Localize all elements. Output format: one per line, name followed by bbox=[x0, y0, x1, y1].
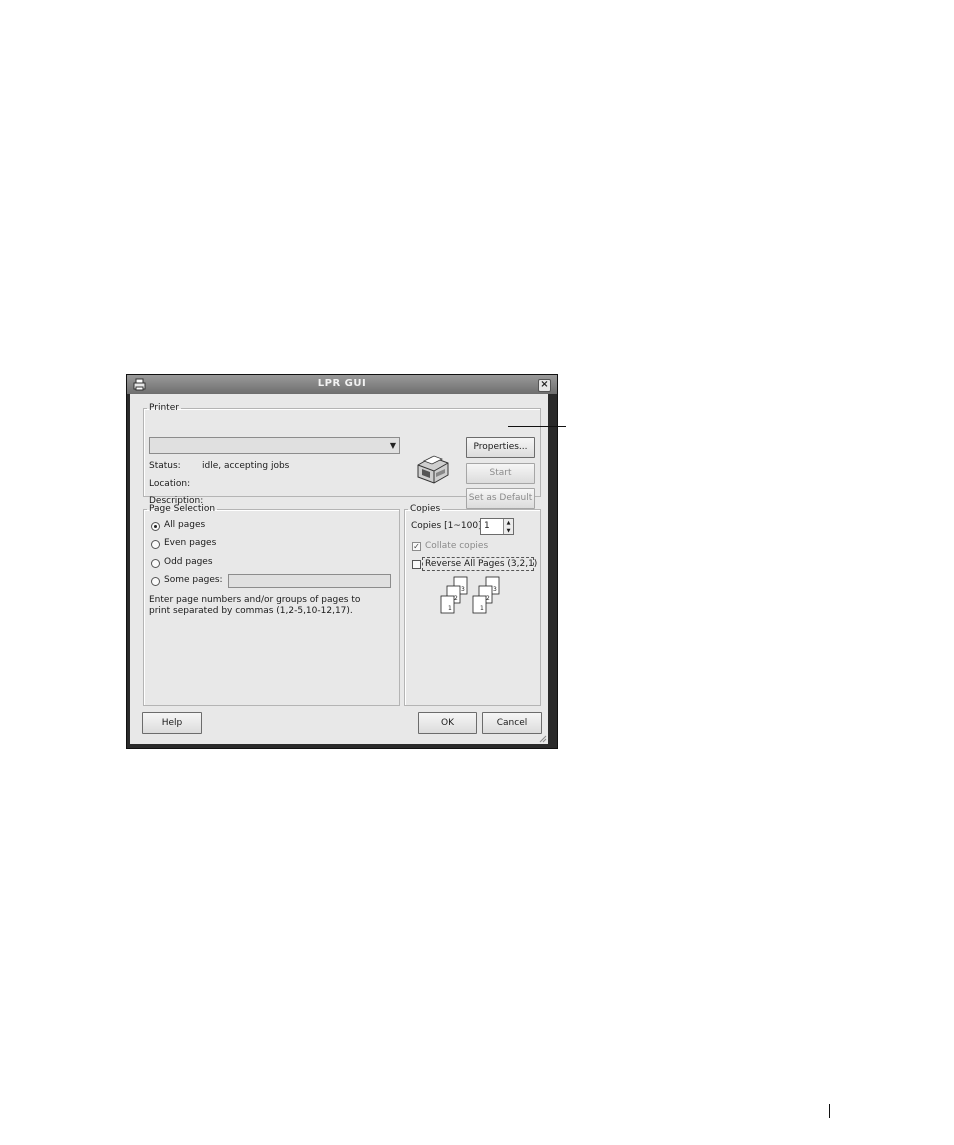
resize-grip-icon[interactable] bbox=[539, 735, 547, 743]
ok-button-label: OK bbox=[441, 718, 454, 728]
radio-even-pages[interactable] bbox=[151, 540, 160, 549]
even-pages-label[interactable]: Even pages bbox=[164, 538, 216, 548]
reverse-checkbox[interactable] bbox=[412, 560, 421, 569]
printer-icon bbox=[417, 455, 449, 484]
printer-group-legend: Printer bbox=[149, 403, 179, 413]
cancel-button[interactable]: Cancel bbox=[482, 712, 542, 734]
callout-line bbox=[508, 426, 566, 427]
status-label: Status: bbox=[149, 461, 181, 471]
properties-button-label: Properties... bbox=[473, 442, 528, 452]
page-num-3: 3 bbox=[461, 586, 465, 593]
page-margin-rule bbox=[829, 1104, 830, 1118]
radio-odd-pages[interactable] bbox=[151, 559, 160, 568]
all-pages-label[interactable]: All pages bbox=[164, 520, 205, 530]
printer-select[interactable]: ▼ bbox=[149, 437, 400, 454]
copies-spinner[interactable]: 1 ▲ ▼ bbox=[480, 518, 514, 535]
page-num-2b: 2 bbox=[486, 595, 490, 602]
page-stack-left: 3 2 1 bbox=[440, 576, 468, 614]
collate-checkbox[interactable]: ✓ bbox=[412, 542, 421, 551]
lpr-gui-window: LPR GUI × Printer ▼ Status: idle, accept… bbox=[126, 374, 558, 749]
radio-some-pages[interactable] bbox=[151, 577, 160, 586]
collate-label: Collate copies bbox=[425, 541, 489, 551]
help-button[interactable]: Help bbox=[142, 712, 202, 734]
page-num-1: 1 bbox=[448, 605, 452, 612]
page-num-1b: 1 bbox=[480, 605, 484, 612]
start-button[interactable]: Start bbox=[466, 463, 535, 484]
radio-all-pages[interactable] bbox=[151, 522, 160, 531]
spin-arrows-icon[interactable]: ▲ ▼ bbox=[503, 519, 513, 534]
location-label: Location: bbox=[149, 479, 191, 489]
start-button-label: Start bbox=[489, 468, 512, 478]
copies-value: 1 bbox=[484, 521, 490, 531]
page-num-2: 2 bbox=[454, 595, 458, 602]
page-num-3b: 3 bbox=[493, 586, 497, 593]
status-value: idle, accepting jobs bbox=[202, 461, 290, 471]
properties-button[interactable]: Properties... bbox=[466, 437, 535, 458]
copies-label: Copies [1~100]: bbox=[411, 521, 485, 531]
collate-preview-icon: 3 2 1 3 2 1 bbox=[440, 576, 500, 614]
cancel-button-label: Cancel bbox=[496, 718, 528, 728]
chevron-down-icon[interactable]: ▼ bbox=[390, 441, 396, 450]
page-stack-right: 3 2 1 bbox=[472, 576, 500, 614]
page-selection-legend: Page Selection bbox=[149, 504, 216, 514]
odd-pages-label[interactable]: Odd pages bbox=[164, 557, 213, 567]
ok-button[interactable]: OK bbox=[418, 712, 477, 734]
title-bar[interactable]: LPR GUI × bbox=[127, 375, 557, 394]
copies-legend: Copies bbox=[410, 504, 441, 514]
page-range-hint: Enter page numbers and/or groups of page… bbox=[149, 595, 361, 616]
window-title: LPR GUI bbox=[317, 378, 367, 389]
close-button[interactable]: × bbox=[538, 379, 551, 392]
some-pages-input[interactable] bbox=[228, 574, 391, 588]
reverse-label[interactable]: Reverse All Pages (3,2,1) bbox=[425, 559, 537, 569]
set-as-default-button-label: Set as Default bbox=[468, 493, 533, 503]
some-pages-label[interactable]: Some pages: bbox=[164, 575, 223, 585]
help-button-label: Help bbox=[161, 718, 183, 728]
dialog-body: Printer ▼ Status: idle, accepting jobs L… bbox=[130, 394, 548, 744]
